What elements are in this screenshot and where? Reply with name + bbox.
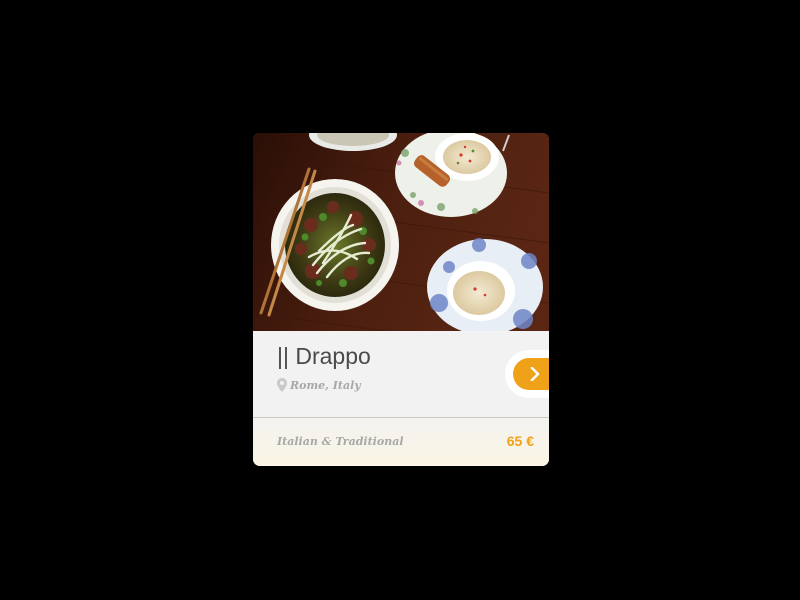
card-footer: Italian & Traditional 65 € bbox=[253, 418, 549, 466]
restaurant-card[interactable]: || Drappo Rome, Italy Italian & Traditio… bbox=[253, 133, 549, 466]
next-button-ring bbox=[505, 350, 549, 398]
price-label: 65 € bbox=[506, 433, 534, 449]
cuisine-label: Italian & Traditional bbox=[277, 435, 404, 448]
location-label: Rome, Italy bbox=[290, 378, 361, 392]
food-photo bbox=[253, 133, 549, 331]
map-pin-icon bbox=[277, 378, 287, 392]
next-button[interactable] bbox=[513, 358, 549, 390]
restaurant-name: || Drappo bbox=[277, 343, 371, 369]
card-info: || Drappo Rome, Italy bbox=[253, 331, 549, 418]
chevron-right-icon bbox=[530, 367, 540, 381]
location: Rome, Italy bbox=[277, 377, 361, 393]
